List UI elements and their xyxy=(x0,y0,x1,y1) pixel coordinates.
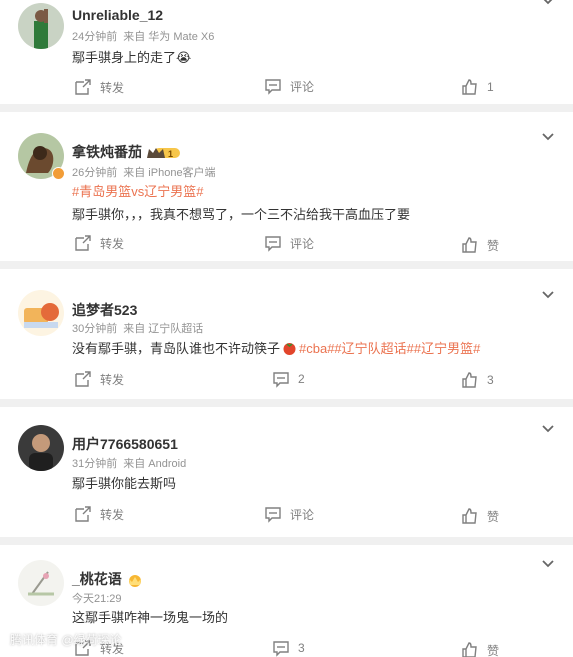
comment-card: 拿铁炖番茄 1 26分钟前 来自 iPhone客户端 #青岛男篮vs辽宁男篮# 鄢手… xyxy=(0,112,573,261)
thumbs-up-icon xyxy=(462,508,477,524)
like-button[interactable]: 赞 xyxy=(461,507,499,525)
username[interactable]: 拿铁炖番茄 1 xyxy=(72,142,182,162)
avatar[interactable] xyxy=(18,290,64,336)
chevron-down-icon[interactable] xyxy=(541,424,555,434)
repost-label: 转发 xyxy=(100,80,125,95)
repost-button[interactable]: 转发 xyxy=(74,370,124,388)
crying-emoji-icon: 😭 xyxy=(176,50,192,65)
comment-label: 评论 xyxy=(290,79,315,94)
username[interactable]: 用户7766580651 xyxy=(72,434,178,454)
comment-count: 3 xyxy=(298,641,305,655)
like-count: 赞 xyxy=(487,643,500,657)
comment-body: 鄢手骐你能去斯吗 xyxy=(72,476,177,491)
tomato-emoji-icon xyxy=(283,343,296,355)
username[interactable]: 追梦者523 xyxy=(72,300,137,320)
topic-link[interactable]: #青岛男篮vs辽宁男篮# xyxy=(72,181,203,200)
avatar[interactable] xyxy=(18,425,64,471)
chevron-down-icon[interactable] xyxy=(541,0,555,6)
source: 来自 Android xyxy=(123,458,187,470)
divider xyxy=(0,399,573,407)
comment-card: Unreliable_12 24分钟前 来自 华为 Mate X6 鄢手骐身上的走… xyxy=(0,0,573,104)
comment-meta: 26分钟前 来自 iPhone客户端 xyxy=(72,164,216,180)
username[interactable]: Unreliable_12 xyxy=(72,7,163,23)
comment-card: 用户7766580651 31分钟前 来自 Android 鄢手骐你能去斯吗 转发… xyxy=(0,407,573,537)
comment-meta: 24分钟前 来自 华为 Mate X6 xyxy=(72,28,214,44)
thumbs-up-icon xyxy=(462,79,477,95)
chevron-down-icon[interactable] xyxy=(541,559,555,569)
timestamp: 31分钟前 xyxy=(72,458,118,470)
topic-link[interactable]: #cba##辽宁队超话##辽宁男篮# xyxy=(299,341,480,356)
timestamp: 30分钟前 xyxy=(72,323,118,335)
source: 来自 辽宁队超话 xyxy=(123,323,204,335)
comment-meta: 31分钟前 来自 Android xyxy=(72,455,186,471)
level-text: 1 xyxy=(168,149,173,159)
member-crown-icon: 1 xyxy=(147,148,180,159)
divider xyxy=(0,104,573,112)
repost-button[interactable]: 转发 xyxy=(74,505,124,523)
like-button[interactable]: 赞 xyxy=(461,641,499,657)
verified-badge-icon xyxy=(52,167,65,180)
comment-label: 评论 xyxy=(290,507,315,522)
comment-button[interactable]: 评论 xyxy=(264,505,314,523)
comment-body: 这鄢手骐咋神一场鬼一场的 xyxy=(72,610,229,625)
comment-text: 没有鄢手骐，青岛队谁也不许动筷子 #cba##辽宁队超话##辽宁男篮# xyxy=(72,338,480,357)
comment-button[interactable]: 3 xyxy=(272,639,305,657)
repost-button[interactable]: 转发 xyxy=(74,234,124,252)
comment-text: 鄢手骐身上的走了😭 xyxy=(72,47,191,66)
like-button[interactable]: 赞 xyxy=(461,236,499,254)
crown-badge-icon xyxy=(128,575,141,588)
comment-icon xyxy=(265,507,281,523)
repost-label: 转发 xyxy=(100,236,125,251)
timestamp: 今天21:29 xyxy=(72,593,122,605)
chevron-down-icon[interactable] xyxy=(541,290,555,300)
repost-icon xyxy=(75,235,91,251)
comment-icon xyxy=(265,236,281,252)
comment-body: 鄢手骐你，，，我真不想骂了，一个三不沾给我干高血压了要 xyxy=(72,207,411,222)
timestamp: 24分钟前 xyxy=(72,31,118,43)
comment-card: 追梦者523 30分钟前 来自 辽宁队超话 没有鄢手骐，青岛队谁也不许动筷子 #cb… xyxy=(0,269,573,399)
source: 来自 华为 Mate X6 xyxy=(123,31,215,43)
avatar[interactable] xyxy=(18,3,64,49)
comment-button[interactable]: 评论 xyxy=(264,77,314,95)
comment-count: 2 xyxy=(298,372,305,386)
repost-icon xyxy=(75,79,91,95)
comment-button[interactable]: 评论 xyxy=(264,234,314,252)
repost-button[interactable]: 转发 xyxy=(74,78,124,96)
like-count: 赞 xyxy=(487,238,500,253)
like-count: 赞 xyxy=(487,509,500,524)
thumbs-up-icon xyxy=(462,237,477,253)
watermark: 腾讯体育 @绿荷琛论 xyxy=(10,633,122,647)
divider xyxy=(0,261,573,269)
username-text: 拿铁炖番茄 xyxy=(72,144,142,160)
username-text: _桃花语 xyxy=(72,571,122,587)
comment-button[interactable]: 2 xyxy=(272,370,305,388)
like-count: 1 xyxy=(487,80,494,94)
username[interactable]: _桃花语 xyxy=(72,569,144,589)
avatar[interactable] xyxy=(18,560,64,606)
like-count: 3 xyxy=(487,373,494,387)
thumbs-up-icon xyxy=(462,372,477,388)
chevron-down-icon[interactable] xyxy=(541,132,555,142)
like-button[interactable]: 1 xyxy=(461,78,494,96)
like-button[interactable]: 3 xyxy=(461,371,494,389)
comment-label: 评论 xyxy=(290,236,315,251)
repost-label: 转发 xyxy=(100,372,125,387)
timestamp: 26分钟前 xyxy=(72,167,118,179)
comment-body: 没有鄢手骐，青岛队谁也不许动筷子 xyxy=(72,341,281,356)
comment-meta: 今天21:29 xyxy=(72,590,122,606)
thumbs-up-icon xyxy=(462,642,477,657)
comment-icon xyxy=(265,79,281,95)
repost-icon xyxy=(75,506,91,522)
comment-meta: 30分钟前 来自 辽宁队超话 xyxy=(72,320,203,336)
divider xyxy=(0,537,573,545)
source: 来自 iPhone客户端 xyxy=(123,167,216,179)
repost-label: 转发 xyxy=(100,507,125,522)
comment-icon xyxy=(273,641,289,657)
comment-body: 鄢手骐身上的走了 xyxy=(72,50,177,65)
comment-icon xyxy=(273,372,289,388)
repost-icon xyxy=(75,371,91,387)
